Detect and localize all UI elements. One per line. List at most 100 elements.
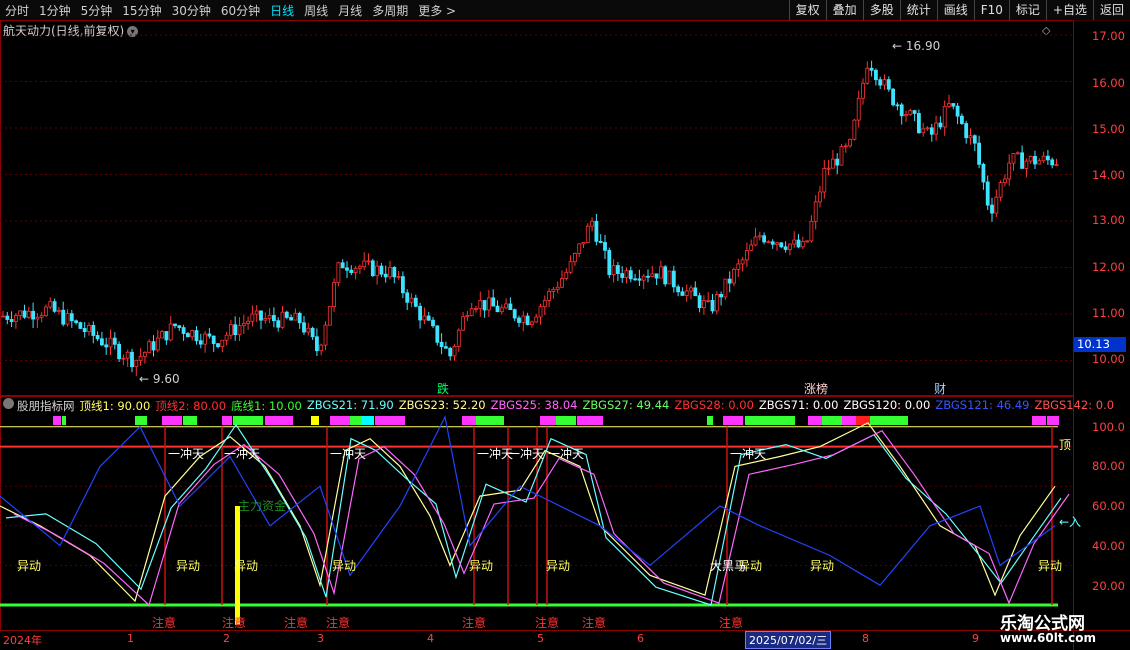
signal-block-22: [822, 416, 842, 425]
price-tick-7: 10.00: [1092, 352, 1125, 366]
candle-body: [689, 287, 693, 292]
candle-body: [104, 344, 109, 348]
candle-body: [130, 351, 134, 368]
candle-body: [770, 241, 775, 245]
candle-body: [684, 290, 689, 296]
candle-body: [585, 225, 590, 243]
candle-body: [521, 315, 526, 323]
candle-body: [740, 259, 745, 265]
candle-body: [259, 310, 263, 321]
signal-block-2: [135, 416, 147, 425]
candle-body: [641, 275, 646, 281]
indicator-values: 顶线1: 90.00 顶线2: 80.00 底线1: 10.00 ZBGS21: 71…: [80, 398, 1120, 414]
label-yichongtian-0: 一冲天: [168, 446, 204, 461]
candle-body: [929, 127, 934, 135]
candle-body: [254, 310, 259, 315]
price-tick-3: 14.00: [1092, 168, 1125, 182]
candle-body: [263, 318, 268, 321]
indicator-tick-1: 80.00: [1092, 459, 1125, 473]
date-tick-7: 8: [862, 632, 869, 645]
candle-body: [560, 277, 564, 288]
candle-body: [981, 163, 986, 183]
date-tick-1: 1: [127, 632, 134, 645]
candle-body: [835, 158, 840, 166]
candle-body: [220, 339, 225, 348]
date-tick-4: 4: [427, 632, 434, 645]
signal-block-4: [183, 416, 197, 425]
candle-body: [551, 288, 556, 292]
date-tick-6: 6: [637, 632, 644, 645]
candle-body: [994, 196, 999, 214]
indicator-value-9: ZBGS120: 0.00: [843, 398, 931, 412]
indicator-title-bar: 股朋指标网 顶线1: 90.00 顶线2: 80.00 底线1: 10.00 ZBGS…: [3, 398, 1124, 414]
candle-body: [276, 320, 281, 328]
candle-body: [370, 260, 375, 277]
candle-body: [95, 335, 100, 340]
candle-body: [616, 265, 620, 274]
candle-body: [142, 351, 147, 357]
candle-body: [409, 297, 414, 303]
candle-body: [779, 242, 784, 248]
candle-body: [766, 241, 771, 244]
candle-body: [310, 327, 315, 338]
candle-body: [942, 105, 947, 128]
label-zhuli: 主力资金: [238, 498, 286, 513]
indicator-value-5: ZBGS25: 38.04: [490, 398, 578, 412]
candle-body: [659, 266, 663, 279]
candle-body: [78, 322, 83, 329]
signal-block-26: [1032, 416, 1046, 425]
candle-body: [925, 127, 930, 130]
candle-body: [861, 82, 865, 99]
candle-body: [882, 79, 887, 86]
candle-body: [284, 311, 289, 318]
candle-body: [121, 357, 126, 360]
candle-body: [495, 305, 500, 313]
signal-block-20: [745, 416, 795, 425]
candle-body: [581, 242, 586, 245]
indicator-name: 股朋指标网: [17, 399, 75, 413]
candle-body: [327, 306, 332, 326]
candle-body: [443, 346, 448, 349]
indicator-value-4: ZBGS23: 52.20: [398, 398, 486, 412]
candle-body: [413, 297, 418, 307]
candle-body: [39, 315, 44, 318]
candle-body: [61, 309, 66, 325]
candle-body: [491, 297, 496, 307]
signal-block-3: [162, 416, 182, 425]
indicator-menu-icon[interactable]: [3, 398, 14, 409]
signal-block-13: [462, 416, 476, 425]
candle-body: [732, 269, 736, 284]
candle-body: [198, 340, 203, 345]
candle-body: [349, 269, 354, 274]
date-tick-0: 2024年: [3, 634, 42, 647]
candle-body: [418, 305, 423, 321]
candle-body: [727, 278, 732, 284]
label-yidong-3: 异动: [332, 559, 356, 573]
candle-body: [400, 276, 405, 294]
candle-body: [633, 278, 637, 281]
price-tick-4: 13.00: [1092, 213, 1125, 227]
candle-body: [843, 145, 848, 148]
candle-body: [461, 316, 466, 331]
candle-body: [1054, 164, 1059, 166]
candle-body: [177, 325, 182, 328]
signal-block-18: [707, 416, 713, 425]
candle-body: [611, 265, 616, 275]
signal-block-10: [350, 416, 364, 425]
candle-body: [69, 313, 74, 322]
candle-body: [35, 316, 40, 320]
candle-body: [710, 299, 715, 312]
candle-body: [620, 273, 625, 278]
candle-body: [207, 333, 212, 337]
candle-body: [224, 334, 229, 341]
candle-body: [65, 313, 70, 325]
candle-body: [18, 310, 23, 316]
candle-body: [108, 337, 113, 348]
signal-block-1: [62, 416, 66, 425]
candle-body: [878, 79, 883, 86]
candle-body: [886, 79, 891, 90]
candle-body: [486, 297, 491, 311]
label-yidong-5: 异动: [546, 559, 570, 573]
candle-body: [680, 291, 685, 296]
label-zhuyi-1: 注意: [222, 615, 246, 630]
